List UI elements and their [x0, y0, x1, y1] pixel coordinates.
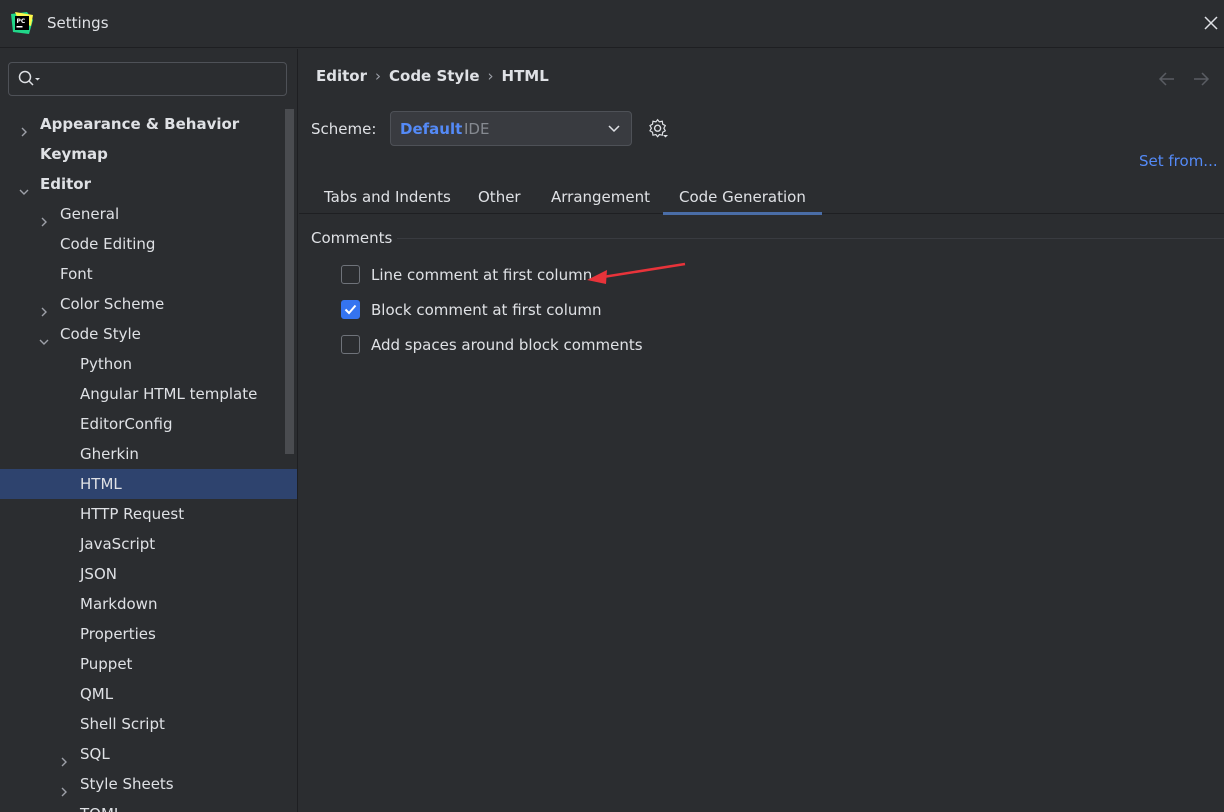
sidebar-item-keymap[interactable]: Keymap	[0, 139, 297, 169]
sidebar-item-json[interactable]: JSON	[0, 559, 297, 589]
comments-group-title: Comments	[311, 229, 393, 247]
sidebar-item-label: Gherkin	[80, 445, 139, 463]
sidebar-item-label: Properties	[80, 625, 156, 643]
sidebar-item-label: QML	[80, 685, 114, 703]
chevron-right-icon[interactable]	[58, 778, 70, 797]
option-label: Line comment at first column	[371, 266, 593, 284]
sidebar-item-html[interactable]: HTML	[0, 469, 297, 499]
arrow-right-icon[interactable]	[1191, 69, 1211, 89]
search-input[interactable]	[45, 67, 281, 91]
title-bar: PC Settings	[0, 0, 1224, 48]
sidebar-item-gherkin[interactable]: Gherkin	[0, 439, 297, 469]
chevron-right-icon[interactable]	[18, 118, 30, 137]
sidebar-item-label: HTML	[80, 475, 122, 493]
tab-tabs-and-indents[interactable]: Tabs and Indents	[308, 181, 467, 214]
chevron-down-icon[interactable]	[38, 328, 50, 345]
settings-sidebar: Appearance & Behavior Keymap Editor General…	[0, 49, 298, 812]
sidebar-item-label: JavaScript	[80, 535, 156, 553]
chevron-down-icon[interactable]	[18, 178, 30, 195]
sidebar-item-style-sheets[interactable]: Style Sheets	[0, 769, 297, 799]
sidebar-item-code-style[interactable]: Code Style	[0, 319, 297, 349]
add-spaces-checkbox[interactable]	[341, 335, 360, 354]
sidebar-item-label: Puppet	[80, 655, 133, 673]
close-icon[interactable]	[1200, 12, 1222, 34]
search-box[interactable]	[8, 62, 287, 96]
tab-bar: Tabs and Indents Other Arrangement Code …	[299, 181, 1224, 215]
sidebar-item-code-editing[interactable]: Code Editing	[0, 229, 297, 259]
sidebar-item-general[interactable]: General	[0, 199, 297, 229]
sidebar-item-label: Code Style	[60, 325, 141, 343]
sidebar-item-color-scheme[interactable]: Color Scheme	[0, 289, 297, 319]
sidebar-item-label: Color Scheme	[60, 295, 165, 313]
window-title: Settings	[47, 14, 109, 32]
breadcrumb-item[interactable]: Code Style	[389, 67, 480, 85]
sidebar-item-label: Editor	[40, 175, 91, 193]
sidebar-item-label: TOML	[80, 799, 122, 812]
sidebar-item-angular-html-template[interactable]: Angular HTML template	[0, 379, 297, 409]
sidebar-item-label: Style Sheets	[80, 775, 174, 793]
breadcrumb: Editor › Code Style › HTML	[316, 67, 549, 85]
scheme-kind: IDE	[464, 120, 490, 138]
pycharm-logo-icon: PC	[11, 12, 33, 34]
breadcrumb-separator: ›	[487, 67, 494, 85]
sidebar-item-properties[interactable]: Properties	[0, 619, 297, 649]
sidebar-item-puppet[interactable]: Puppet	[0, 649, 297, 679]
sidebar-item-label: Font	[60, 265, 93, 283]
chevron-right-icon[interactable]	[58, 748, 70, 767]
breadcrumb-separator: ›	[375, 67, 381, 85]
group-separator	[397, 238, 1224, 239]
set-from-link[interactable]: Set from...	[1139, 152, 1218, 170]
sidebar-item-sql[interactable]: SQL	[0, 739, 297, 769]
chevron-right-icon[interactable]	[38, 208, 50, 227]
sidebar-item-qml[interactable]: QML	[0, 679, 297, 709]
tab-code-generation[interactable]: Code Generation	[663, 181, 822, 215]
settings-tree: Appearance & Behavior Keymap Editor General…	[0, 109, 297, 812]
option-block-comment-first-column[interactable]: Block comment at first column	[341, 299, 841, 321]
sidebar-item-shell-script[interactable]: Shell Script	[0, 709, 297, 739]
sidebar-item-font[interactable]: Font	[0, 259, 297, 289]
sidebar-item-label: Code Editing	[60, 235, 156, 253]
sidebar-item-javascript[interactable]: JavaScript	[0, 529, 297, 559]
tab-arrangement[interactable]: Arrangement	[535, 181, 666, 214]
sidebar-item-python[interactable]: Python	[0, 349, 297, 379]
sidebar-item-editorconfig[interactable]: EditorConfig	[0, 409, 297, 439]
sidebar-item-label: Appearance & Behavior	[40, 115, 240, 133]
svg-text:PC: PC	[17, 18, 26, 25]
breadcrumb-item: HTML	[501, 67, 549, 85]
sidebar-scrollbar[interactable]	[285, 109, 294, 454]
sidebar-item-http-request[interactable]: HTTP Request	[0, 499, 297, 529]
sidebar-item-markdown[interactable]: Markdown	[0, 589, 297, 619]
scheme-name: Default	[400, 120, 463, 138]
option-label: Block comment at first column	[371, 301, 602, 319]
tab-other[interactable]: Other	[462, 181, 537, 214]
chevron-down-icon	[608, 125, 620, 133]
sidebar-item-label: JSON	[80, 565, 117, 583]
sidebar-item-label: Angular HTML template	[80, 385, 258, 403]
sidebar-item-label: SQL	[80, 745, 110, 763]
line-comment-checkbox[interactable]	[341, 265, 360, 284]
annotation-arrow-icon	[587, 262, 686, 284]
sidebar-item-label: Markdown	[80, 595, 158, 613]
sidebar-item-editor[interactable]: Editor	[0, 169, 297, 199]
sidebar-item-label: EditorConfig	[80, 415, 173, 433]
sidebar-item-label: HTTP Request	[80, 505, 185, 523]
sidebar-item-appearance-behavior[interactable]: Appearance & Behavior	[0, 109, 297, 139]
option-add-spaces-block-comments[interactable]: Add spaces around block comments	[341, 334, 841, 356]
chevron-right-icon[interactable]	[38, 298, 50, 317]
history-navigation	[1157, 69, 1217, 89]
sidebar-item-label: General	[60, 205, 120, 223]
breadcrumb-item[interactable]: Editor	[316, 67, 367, 85]
scheme-label: Scheme:	[311, 120, 377, 138]
sidebar-item-toml[interactable]: TOML	[0, 799, 297, 812]
sidebar-item-label: Python	[80, 355, 132, 373]
sidebar-item-label: Shell Script	[80, 715, 165, 733]
main-panel: Editor › Code Style › HTML Scheme: Default I…	[299, 49, 1224, 812]
option-label: Add spaces around block comments	[371, 336, 643, 354]
sidebar-item-label: Keymap	[40, 145, 108, 163]
gear-icon[interactable]	[647, 118, 669, 140]
block-comment-checkbox[interactable]	[341, 300, 360, 319]
search-icon	[18, 70, 40, 86]
arrow-left-icon[interactable]	[1157, 69, 1177, 89]
scheme-dropdown[interactable]: Default IDE	[390, 111, 632, 146]
